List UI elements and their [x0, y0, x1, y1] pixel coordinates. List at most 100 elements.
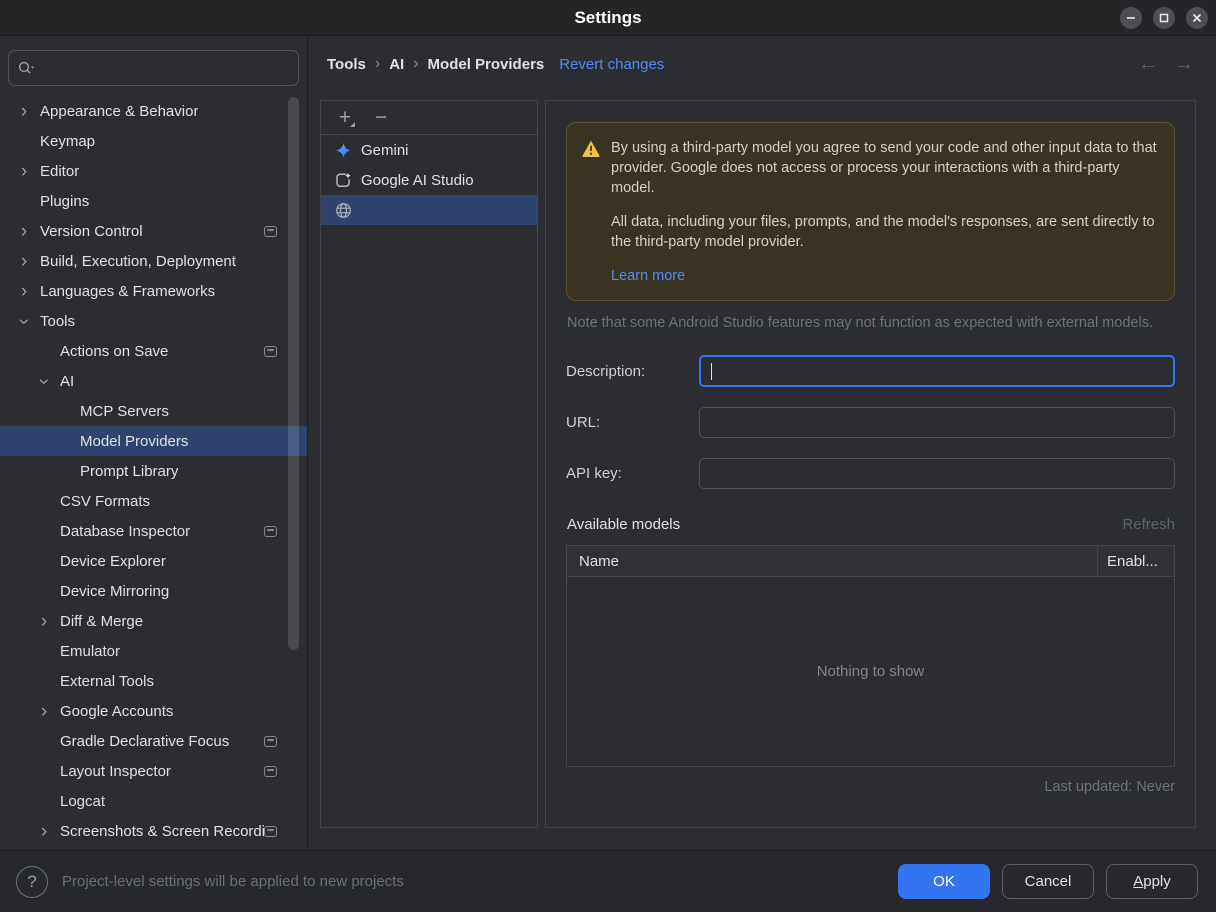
settings-search-box[interactable]: [8, 50, 299, 86]
sidebar-item-label: External Tools: [60, 673, 154, 690]
footer-buttons: OK Cancel Apply: [898, 864, 1198, 899]
sidebar-item-csv-formats[interactable]: CSV Formats: [0, 486, 307, 516]
search-icon: [17, 60, 35, 76]
sidebar-item-prompt-library[interactable]: Prompt Library: [0, 456, 307, 486]
provider-item-new-provider[interactable]: [321, 195, 537, 225]
sidebar-item-layout-inspector[interactable]: Layout Inspector: [0, 756, 307, 786]
sidebar-item-device-mirroring[interactable]: Device Mirroring: [0, 576, 307, 606]
window-title: Settings: [574, 8, 641, 28]
maximize-button[interactable]: [1153, 7, 1175, 29]
sidebar-item-google-accounts[interactable]: ›Google Accounts: [0, 696, 307, 726]
sidebar-item-screenshots-screen-recordi[interactable]: ›Screenshots & Screen Recordi: [0, 816, 307, 846]
chevron-right-icon[interactable]: ›: [14, 252, 34, 271]
url-label: URL:: [566, 414, 699, 431]
sidebar-item-build-execution-deployment[interactable]: ›Build, Execution, Deployment: [0, 246, 307, 276]
add-provider-button[interactable]: +: [334, 107, 356, 128]
minimize-button[interactable]: [1120, 7, 1142, 29]
question-mark-icon: ?: [27, 872, 36, 892]
sidebar-item-emulator[interactable]: Emulator: [0, 636, 307, 666]
back-icon[interactable]: ←: [1138, 53, 1158, 76]
revert-changes-link[interactable]: Revert changes: [559, 56, 664, 73]
sidebar-item-label: Layout Inspector: [60, 763, 171, 780]
cancel-button[interactable]: Cancel: [1002, 864, 1094, 899]
sidebar-item-label: Gradle Declarative Focus: [60, 733, 229, 750]
title-bar: Settings: [0, 0, 1216, 36]
models-table: Name Enabl... Nothing to show: [566, 545, 1175, 767]
available-models-label: Available models: [567, 516, 680, 533]
sidebar-item-label: Appearance & Behavior: [40, 103, 198, 120]
project-settings-icon: [264, 526, 277, 537]
remove-icon: −: [375, 106, 387, 129]
sidebar-item-model-providers[interactable]: Model Providers: [0, 426, 307, 456]
sidebar-item-appearance-behavior[interactable]: › Appearance & Behavior: [0, 96, 307, 126]
sidebar-item-label: Database Inspector: [60, 523, 190, 540]
breadcrumb-tools[interactable]: Tools: [327, 56, 366, 73]
warning-paragraph-2: All data, including your files, prompts,…: [611, 212, 1158, 252]
dialog-footer: ? Project-level settings will be applied…: [0, 850, 1216, 912]
window-controls: [1120, 0, 1208, 36]
sidebar-scrollbar[interactable]: [288, 97, 299, 650]
sidebar-item-languages-frameworks[interactable]: ›Languages & Frameworks: [0, 276, 307, 306]
sidebar-item-actions-on-save[interactable]: Actions on Save: [0, 336, 307, 366]
sidebar-item-logcat[interactable]: Logcat: [0, 786, 307, 816]
warning-text: By using a third-party model you agree t…: [611, 138, 1158, 286]
sidebar-item-diff-merge[interactable]: ›Diff & Merge: [0, 606, 307, 636]
sidebar-item-label: Plugins: [40, 193, 89, 210]
chevron-right-icon[interactable]: ›: [34, 822, 54, 841]
chevron-right-icon[interactable]: ›: [34, 612, 54, 631]
sidebar-item-editor[interactable]: › Editor: [0, 156, 307, 186]
sidebar-item-plugins[interactable]: Plugins: [0, 186, 307, 216]
sidebar-item-label: MCP Servers: [80, 403, 169, 420]
sidebar-item-version-control[interactable]: › Version Control: [0, 216, 307, 246]
sidebar-item-label: Model Providers: [80, 433, 188, 450]
chevron-down-icon[interactable]: ›: [14, 312, 34, 331]
close-button[interactable]: [1186, 7, 1208, 29]
ok-button[interactable]: OK: [898, 864, 990, 899]
provider-item-gemini[interactable]: Gemini: [321, 135, 537, 165]
sidebar-item-label: Actions on Save: [60, 343, 168, 360]
chevron-right-icon[interactable]: ›: [14, 102, 34, 121]
apply-button[interactable]: Apply: [1106, 864, 1198, 899]
settings-search-input[interactable]: [39, 59, 290, 78]
refresh-button[interactable]: Refresh: [1122, 516, 1175, 533]
chevron-right-icon[interactable]: ›: [14, 162, 34, 181]
provider-item-google-ai-studio[interactable]: Google AI Studio: [321, 165, 537, 195]
chevron-right-icon[interactable]: ›: [14, 222, 34, 241]
api-key-label: API key:: [566, 465, 699, 482]
breadcrumb-ai[interactable]: AI: [389, 56, 404, 73]
sidebar-item-device-explorer[interactable]: Device Explorer: [0, 546, 307, 576]
sidebar-item-ai[interactable]: ›AI: [0, 366, 307, 396]
chevron-right-icon[interactable]: ›: [14, 282, 34, 301]
api-key-input[interactable]: [699, 458, 1175, 489]
project-settings-icon: [264, 826, 277, 837]
forward-icon[interactable]: →: [1174, 53, 1194, 76]
url-input[interactable]: [699, 407, 1175, 438]
description-field-row: Description:: [566, 355, 1175, 387]
api-key-field-row: API key:: [566, 458, 1175, 489]
project-settings-icon: [264, 226, 277, 237]
sidebar-item-keymap[interactable]: Keymap: [0, 126, 307, 156]
chevron-right-icon[interactable]: ›: [34, 702, 54, 721]
help-button[interactable]: ?: [16, 866, 48, 898]
remove-provider-button[interactable]: −: [370, 107, 392, 128]
sidebar-item-label: Editor: [40, 163, 79, 180]
chevron-down-icon[interactable]: ›: [34, 372, 54, 391]
models-table-header: Name Enabl...: [567, 546, 1174, 577]
sidebar-item-tools[interactable]: ›Tools: [0, 306, 307, 336]
sidebar-item-external-tools[interactable]: External Tools: [0, 666, 307, 696]
sidebar-item-mcp-servers[interactable]: MCP Servers: [0, 396, 307, 426]
sidebar-item-label: Version Control: [40, 223, 143, 240]
project-settings-icon: [264, 766, 277, 777]
sidebar-item-database-inspector[interactable]: Database Inspector: [0, 516, 307, 546]
description-label: Description:: [566, 363, 699, 380]
gemini-icon: [334, 141, 352, 159]
column-header-enabled[interactable]: Enabl...: [1097, 546, 1174, 576]
sidebar-item-gradle-declarative-focus[interactable]: Gradle Declarative Focus: [0, 726, 307, 756]
last-updated-text: Last updated: Never: [566, 779, 1175, 795]
history-nav: ← →: [1138, 53, 1194, 76]
description-input[interactable]: [699, 355, 1175, 387]
breadcrumb-model-providers[interactable]: Model Providers: [428, 56, 545, 73]
sidebar-item-label: Emulator: [60, 643, 120, 660]
learn-more-link[interactable]: Learn more: [611, 266, 685, 286]
column-header-name[interactable]: Name: [567, 546, 1097, 576]
